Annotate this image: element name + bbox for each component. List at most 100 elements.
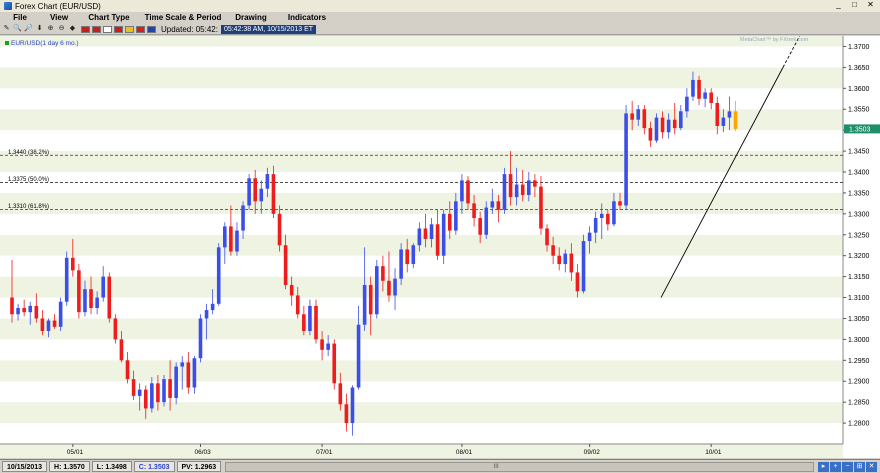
candle-body — [654, 117, 659, 141]
currency-flag-icon[interactable] — [114, 25, 123, 33]
candle-body — [235, 230, 239, 252]
candle-body — [399, 249, 403, 279]
toolbar: ✎ 🔍 🔎 ⬇ ⊕ ⊖ ◆ Updated: 05:42: 05:42:38 AM, 10/… — [0, 24, 880, 35]
status-close: C: 1.3503 — [133, 461, 175, 472]
fit-button[interactable]: ⊞ — [854, 461, 865, 472]
draw-tool-icon[interactable]: ✎ — [2, 25, 11, 33]
menu-time-scale-period[interactable]: Time Scale & Period — [140, 12, 226, 24]
candle-body — [660, 117, 665, 133]
menu-view[interactable]: View — [40, 12, 78, 24]
status-low: L: 1.3498 — [91, 461, 132, 472]
scrollbar-thumb[interactable]: III — [486, 463, 506, 471]
candle-body — [405, 249, 409, 265]
zoom-in-icon[interactable]: 🔍 — [13, 25, 22, 33]
add-icon[interactable]: ⊕ — [46, 25, 55, 33]
candle-body — [502, 174, 507, 210]
download-icon[interactable]: ⬇ — [35, 25, 44, 33]
candle-body — [478, 218, 482, 235]
menu-chart-type[interactable]: Chart Type — [78, 12, 140, 24]
updated-label: Updated: 05:42: — [161, 24, 218, 34]
candle-body — [368, 284, 373, 315]
chart-band — [0, 192, 843, 214]
candle-body — [691, 79, 695, 97]
chart-band — [0, 130, 843, 152]
maximize-button[interactable]: □ — [847, 0, 862, 11]
chart-band — [0, 255, 843, 277]
candle-body — [575, 272, 580, 292]
candle-body — [265, 174, 270, 189]
zoom-out-button[interactable]: − — [842, 461, 853, 472]
chart-band — [0, 234, 843, 256]
y-tick-label: 1.3100 — [848, 295, 870, 302]
chart-band — [0, 67, 843, 89]
chart-band — [0, 423, 843, 444]
candle-body — [557, 255, 561, 265]
candle-body — [496, 201, 501, 210]
candle-body — [162, 379, 166, 403]
menu-file[interactable]: File — [0, 12, 40, 24]
title-bar: Forex Chart (EUR/USD) _ □ ✕ — [0, 0, 880, 12]
candle-body — [277, 213, 282, 246]
candle-body — [40, 318, 45, 332]
candle-body — [247, 178, 251, 206]
candle-body — [156, 383, 160, 403]
currency-flag-icon[interactable] — [81, 25, 90, 33]
menu-drawing[interactable]: Drawing — [226, 12, 276, 24]
currency-flag-icon[interactable] — [92, 25, 101, 33]
symbol-legend-swatch — [5, 41, 9, 45]
candlestick-chart[interactable]: 1.37001.36501.36001.35501.35001.34501.34… — [0, 36, 880, 458]
currency-flag-icon[interactable] — [147, 25, 156, 33]
candle-body — [216, 247, 221, 304]
zoom-in-button[interactable]: + — [830, 461, 841, 472]
candle-body — [344, 404, 349, 424]
candle-body — [551, 245, 555, 256]
candle-body — [289, 284, 294, 296]
close-chart-button[interactable]: ✕ — [866, 461, 877, 472]
x-tick-label: 06/03 — [194, 449, 211, 456]
current-price-label: 1.3503 — [849, 126, 871, 133]
fibonacci-label: 1.3375 (50.0%) — [8, 177, 49, 183]
candle-body — [314, 305, 318, 340]
candle-body — [514, 184, 519, 198]
candle-body — [125, 360, 130, 380]
candle-body — [569, 253, 574, 273]
candle-body — [229, 226, 233, 252]
horizontal-scrollbar[interactable]: III — [225, 461, 814, 472]
symbol-label: EUR/USD(1 day 6 mo.) — [11, 40, 79, 47]
chart-band — [0, 318, 843, 340]
candle-body — [381, 266, 385, 281]
candle-body — [186, 362, 191, 388]
zoom-out-icon[interactable]: 🔎 — [24, 25, 33, 33]
x-tick-label: 08/01 — [456, 449, 473, 456]
candle-body — [28, 305, 33, 313]
currency-flag-icon[interactable] — [103, 25, 112, 33]
scroll-right-button[interactable]: ▸ — [818, 461, 829, 472]
close-button[interactable]: ✕ — [863, 0, 878, 11]
y-axis-panel — [843, 36, 880, 458]
remove-icon[interactable]: ⊖ — [57, 25, 66, 33]
candle-body — [338, 383, 343, 405]
currency-flag-icon[interactable] — [125, 25, 134, 33]
candle-body — [417, 228, 422, 246]
candle-body — [685, 96, 689, 112]
candle-body — [150, 383, 154, 409]
candle-body — [34, 305, 39, 319]
candle-body — [411, 245, 416, 265]
chart-band — [0, 213, 843, 235]
y-tick-label: 1.2800 — [848, 421, 870, 428]
marker-icon[interactable]: ◆ — [68, 25, 77, 33]
y-tick-label: 1.3300 — [848, 211, 870, 218]
chart-area[interactable]: 1.37001.36501.36001.35501.35001.34501.34… — [0, 36, 880, 458]
candle-body — [302, 314, 306, 332]
candle-body — [283, 245, 288, 285]
candle-body — [241, 205, 245, 231]
currency-flag-icon[interactable] — [136, 25, 145, 33]
chart-band — [0, 46, 843, 68]
candle-body — [466, 180, 470, 204]
y-tick-label: 1.2950 — [848, 358, 870, 365]
minimize-button[interactable]: _ — [831, 0, 846, 11]
candle-body — [320, 339, 324, 350]
status-pv: PV: 1.2963 — [176, 461, 222, 472]
chart-band — [0, 276, 843, 298]
menu-indicators[interactable]: Indicators — [276, 12, 338, 24]
